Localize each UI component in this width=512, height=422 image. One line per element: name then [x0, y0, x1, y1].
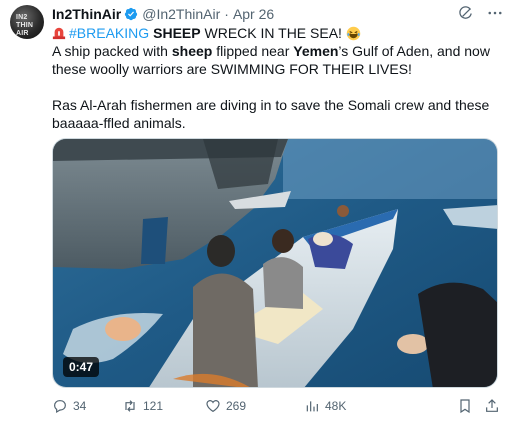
video-player[interactable]: 0:47 [52, 138, 498, 388]
author-display-name[interactable]: In2ThinAir [52, 6, 121, 22]
tweet-line-2: A ship packed with sheep flipped near Ye… [52, 43, 490, 59]
tweet-header: In2ThinAir @In2ThinAir · Apr 26 [52, 5, 274, 23]
repost-count: 121 [143, 399, 164, 413]
laughing-emoji-icon [346, 26, 361, 41]
bookmark-icon [460, 399, 470, 414]
tweet-date[interactable]: Apr 26 [233, 6, 274, 22]
avatar[interactable]: IN2 THIN AIR [10, 5, 44, 39]
verified-badge-icon[interactable] [124, 7, 138, 21]
repost-button[interactable]: 121 [122, 398, 163, 414]
hashtag-breaking[interactable]: #BREAKING [69, 24, 149, 42]
tweet-text: #BREAKING SHEEP WRECK IN THE SEA! A ship… [52, 24, 504, 132]
tweet-card[interactable]: IN2 THIN AIR In2ThinAir @In2ThinAir · Ap… [0, 0, 512, 422]
repost-icon [125, 400, 135, 412]
video-duration-badge: 0:47 [63, 357, 100, 377]
like-count: 269 [226, 399, 247, 413]
line1-rest: WRECK IN THE SEA! [204, 25, 342, 41]
tweet-line-1: #BREAKING SHEEP WRECK IN THE SEA! [52, 24, 504, 42]
siren-icon [52, 26, 66, 40]
bookmark-button[interactable] [457, 398, 473, 414]
grok-icon[interactable] [456, 4, 474, 22]
views-button[interactable]: 48K [304, 398, 346, 414]
video-frame [53, 139, 497, 387]
tweet-para2-line-2: baaaaa-ffled animals. [52, 115, 186, 131]
views-icon [306, 401, 318, 412]
more-icon[interactable] [486, 4, 504, 22]
action-bar: 34 121 269 48K [52, 398, 504, 418]
author-handle[interactable]: @In2ThinAir [142, 6, 220, 22]
like-button[interactable]: 269 [205, 398, 246, 414]
top-right-controls [456, 4, 504, 22]
tweet-line-3: these woolly warriors are SWIMMING FOR T… [52, 61, 412, 77]
bold-sheep: SHEEP [153, 25, 201, 41]
reply-button[interactable]: 34 [52, 398, 86, 414]
avatar-logo-text: IN2 THIN AIR [16, 14, 34, 37]
like-icon [206, 400, 220, 413]
reply-count: 34 [73, 399, 87, 413]
share-icon [486, 399, 498, 412]
share-button[interactable] [484, 398, 500, 414]
views-count: 48K [325, 399, 347, 413]
separator-dot: · [224, 6, 229, 22]
tweet-para2-line-1: Ras Al-Arah fishermen are diving in to s… [52, 97, 490, 113]
reply-icon [54, 400, 66, 414]
